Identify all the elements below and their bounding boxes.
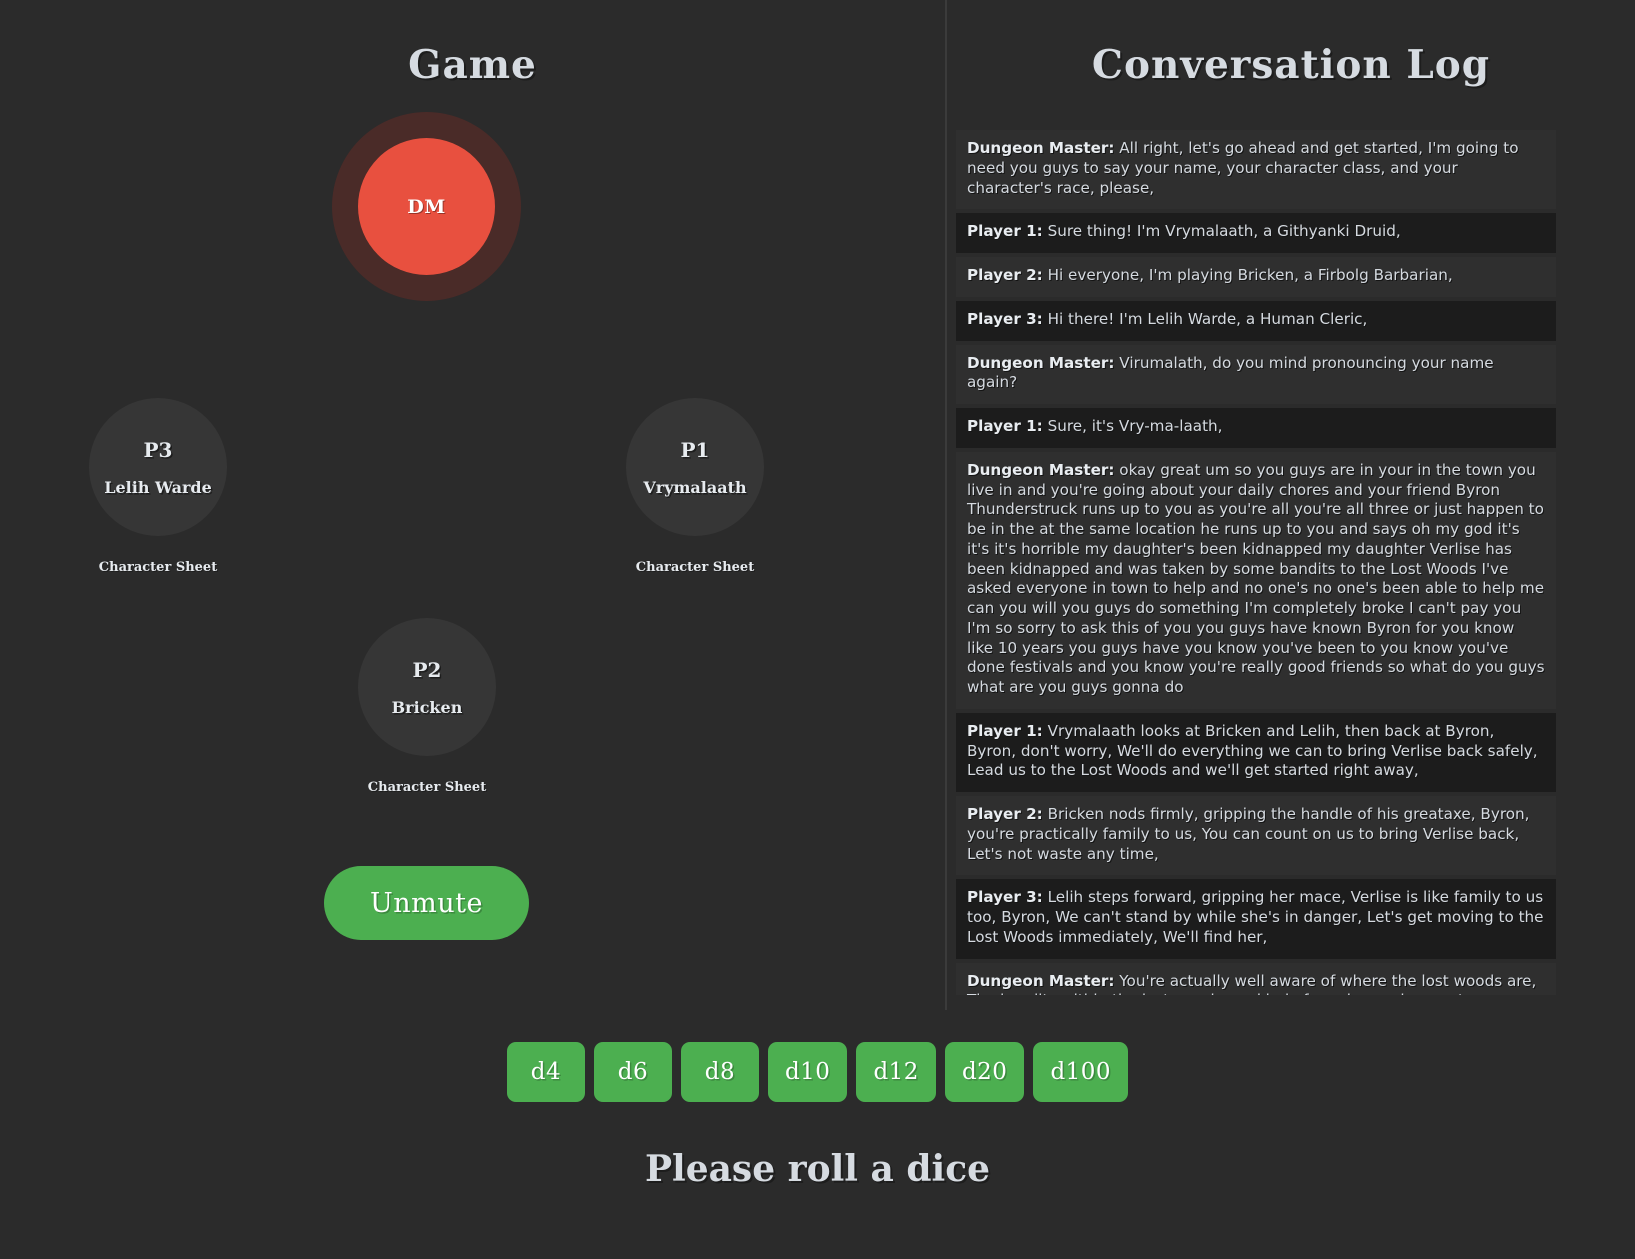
log-message-text: Sure thing! I'm Vrymalaath, a Githyanki …: [1042, 222, 1401, 241]
avatar[interactable]: P3 Lelih Warde: [89, 398, 227, 536]
log-message-speaker: Dungeon Master:: [967, 460, 1115, 479]
log-message: Dungeon Master: Virumalath, do you mind …: [956, 344, 1556, 404]
conversation-log-panel: Conversation Log Dungeon Master: All rig…: [945, 0, 1635, 1010]
dice-button-row: d4 d6 d8 d10 d12 d20 d100: [0, 1042, 1635, 1102]
log-message-text: Sure, it's Vry-ma-laath,: [1042, 417, 1223, 435]
dice-button-d8[interactable]: d8: [680, 1042, 759, 1102]
player-id-label: P3: [143, 437, 173, 462]
player-slot-p3: P3 Lelih Warde Character Sheet: [78, 398, 238, 575]
dice-button-d12[interactable]: d12: [856, 1042, 936, 1102]
conversation-log-list: Dungeon Master: All right, let's go ahea…: [956, 130, 1556, 995]
avatar[interactable]: P1 Vrymalaath: [626, 398, 764, 536]
log-message-speaker: Player 2:: [967, 266, 1043, 284]
avatar[interactable]: P2 Bricken: [358, 618, 496, 756]
dice-button-d10[interactable]: d10: [767, 1042, 848, 1102]
log-message-speaker: Dungeon Master:: [967, 353, 1115, 372]
dice-button-d4[interactable]: d4: [506, 1042, 585, 1102]
log-message-speaker: Dungeon Master:: [967, 139, 1115, 157]
log-message-text: Hi everyone, I'm playing Bricken, a Firb…: [1042, 266, 1453, 284]
log-message-speaker: Player 2:: [967, 805, 1043, 823]
roll-status-text: Please roll a dice: [644, 1148, 991, 1190]
log-message-speaker: Player 1:: [967, 417, 1043, 435]
conversation-log-title: Conversation Log: [1091, 42, 1491, 88]
log-message-text: Vrymalaath looks at Bricken and Lelih, t…: [967, 721, 1538, 780]
log-message: Player 3: Lelih steps forward, gripping …: [956, 879, 1556, 959]
log-message: Player 1: Vrymalaath looks at Bricken an…: [956, 712, 1556, 792]
conversation-log-scroll[interactable]: Dungeon Master: All right, let's go ahea…: [956, 130, 1556, 995]
character-sheet-link-p2[interactable]: Character Sheet: [347, 780, 507, 795]
player-id-label: P1: [680, 437, 710, 462]
dice-button-d100[interactable]: d100: [1033, 1042, 1129, 1102]
log-message: Player 2: Bricken nods firmly, gripping …: [956, 796, 1556, 876]
unmute-button[interactable]: Unmute: [324, 866, 529, 940]
log-message-speaker: Dungeon Master:: [967, 971, 1115, 990]
log-message: Player 1: Sure thing! I'm Vrymalaath, a …: [956, 213, 1556, 253]
player-slot-p1: P1 Vrymalaath Character Sheet: [615, 398, 775, 575]
player-name-label: Bricken: [391, 697, 463, 717]
dm-avatar-label: DM: [407, 195, 446, 218]
log-message-speaker: Player 1:: [967, 222, 1043, 241]
page-title: Game: [408, 42, 537, 88]
log-message-text: Bricken nods firmly, gripping the handle…: [967, 805, 1530, 863]
log-message-text: Hi there! I'm Lelih Warde, a Human Cleri…: [1042, 309, 1368, 328]
log-message: Player 3: Hi there! I'm Lelih Warde, a H…: [956, 300, 1556, 341]
log-message-speaker: Player 3:: [967, 309, 1043, 328]
character-sheet-link-p1[interactable]: Character Sheet: [615, 560, 775, 575]
main-panels: Game DM P3 Lelih Warde Character Sheet P…: [0, 0, 1635, 1010]
dm-avatar[interactable]: DM: [358, 138, 495, 275]
player-name-label: Lelih Warde: [104, 477, 212, 497]
game-panel: Game DM P3 Lelih Warde Character Sheet P…: [0, 0, 945, 1010]
log-message-text: Lelih steps forward, gripping her mace, …: [967, 888, 1544, 946]
log-message-speaker: Player 1:: [967, 721, 1043, 740]
log-message: Dungeon Master: You're actually well awa…: [956, 962, 1556, 995]
dice-button-d6[interactable]: d6: [593, 1042, 672, 1102]
log-message-speaker: Player 3:: [967, 888, 1043, 907]
character-sheet-link-p3[interactable]: Character Sheet: [78, 560, 238, 575]
player-id-label: P2: [412, 657, 442, 682]
player-slot-p2: P2 Bricken Character Sheet: [347, 618, 507, 795]
log-message: Player 2: Hi everyone, I'm playing Brick…: [956, 257, 1556, 297]
player-name-label: Vrymalaath: [643, 477, 747, 497]
log-message: Dungeon Master: All right, let's go ahea…: [956, 130, 1556, 210]
dice-button-d20[interactable]: d20: [944, 1042, 1025, 1102]
dm-avatar-ring: DM: [332, 112, 521, 301]
log-message: Player 1: Sure, it's Vry-ma-laath,: [956, 408, 1556, 448]
log-message-text: okay great um so you guys are in your in…: [967, 460, 1545, 696]
app-root: Game DM P3 Lelih Warde Character Sheet P…: [0, 0, 1635, 1259]
log-message: Dungeon Master: okay great um so you guy…: [956, 451, 1556, 709]
